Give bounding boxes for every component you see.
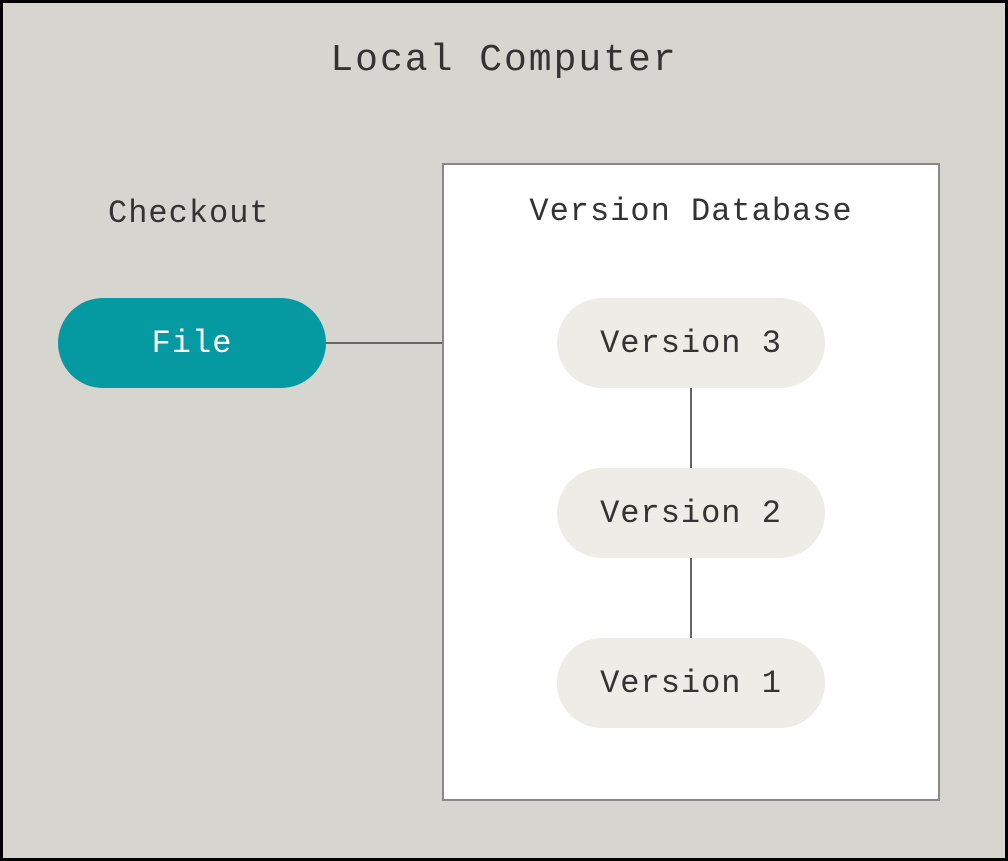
file-node: File [58, 298, 326, 388]
checkout-label: Checkout [108, 195, 270, 232]
file-label: File [152, 325, 233, 362]
version-3-node: Version 3 [557, 298, 825, 388]
version-3-label: Version 3 [600, 325, 782, 362]
version-2-node: Version 2 [557, 468, 825, 558]
version-1-node: Version 1 [557, 638, 825, 728]
version-1-label: Version 1 [600, 665, 782, 702]
version-2-label: Version 2 [600, 495, 782, 532]
connector-v3-to-v2 [690, 388, 692, 468]
version-database-container: Version Database Version 3 Version 2 Ver… [442, 163, 940, 801]
local-computer-container: Local Computer Checkout File Version Dat… [0, 0, 1008, 861]
diagram-title: Local Computer [330, 39, 677, 82]
connector-v2-to-v1 [690, 558, 692, 638]
database-title: Version Database [529, 193, 852, 230]
